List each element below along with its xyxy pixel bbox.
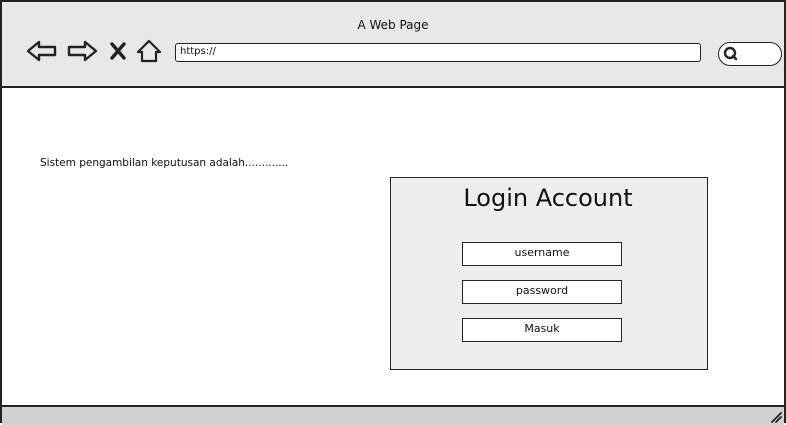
username-field[interactable]: username <box>462 242 622 266</box>
browser-window: A Web Page https:// Sistem pengambilan k… <box>0 0 786 425</box>
resize-handle-icon[interactable] <box>770 411 782 423</box>
url-input[interactable]: https:// <box>175 43 701 62</box>
submit-button[interactable]: Masuk <box>462 318 622 342</box>
home-icon[interactable] <box>135 39 163 63</box>
page-content: Sistem pengambilan keputusan adalah.....… <box>2 88 784 405</box>
browser-toolbar: A Web Page https:// <box>2 2 784 88</box>
description-text: Sistem pengambilan keputusan adalah.....… <box>40 157 289 169</box>
search-icon <box>723 46 738 61</box>
login-title: Login Account <box>463 184 633 212</box>
forward-arrow-icon[interactable] <box>66 39 98 63</box>
login-panel: Login Account username password Masuk <box>390 177 708 370</box>
close-icon[interactable] <box>108 39 128 63</box>
password-field[interactable]: password <box>462 280 622 304</box>
search-button[interactable] <box>718 42 782 66</box>
window-title: A Web Page <box>357 18 429 32</box>
status-bar <box>2 405 784 425</box>
back-arrow-icon[interactable] <box>26 39 58 63</box>
